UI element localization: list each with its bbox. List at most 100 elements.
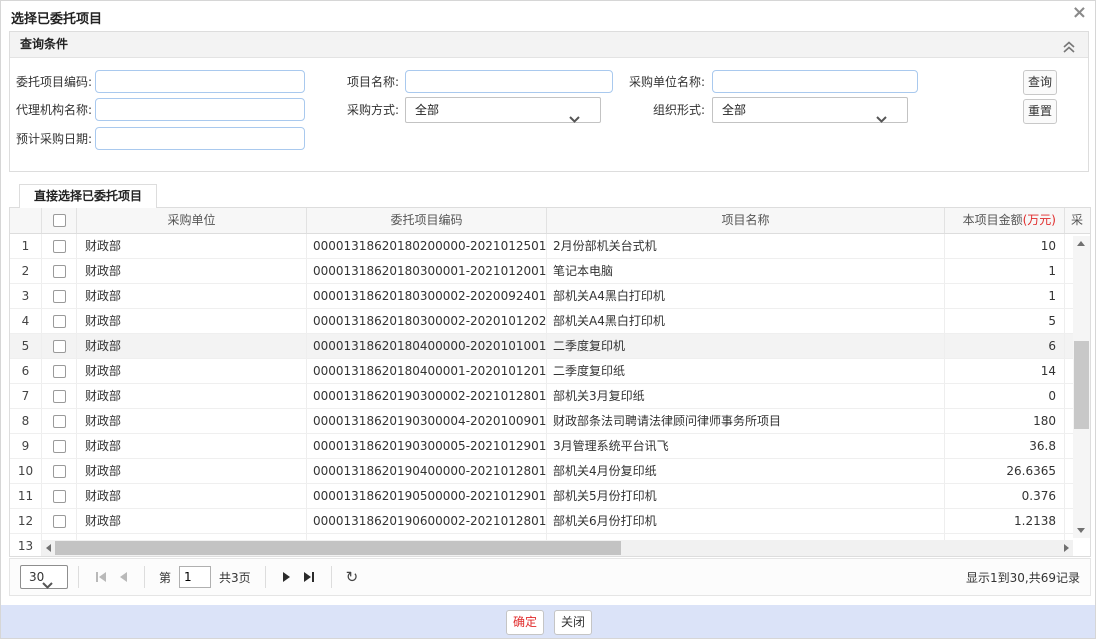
cell-code: 00001318620190300005-2021012901 xyxy=(307,434,547,458)
row-number: 12 xyxy=(10,509,42,533)
cell-name: 2月份部机关台式机 xyxy=(547,234,945,258)
record-info: 显示1到30,共69记录 xyxy=(966,569,1080,586)
select-all-checkbox[interactable] xyxy=(53,214,66,227)
scroll-down-icon[interactable] xyxy=(1077,528,1085,533)
cell-name: 二季度复印纸 xyxy=(547,359,945,383)
horizontal-scroll-thumb[interactable] xyxy=(55,541,621,555)
scroll-right-icon[interactable] xyxy=(1064,544,1069,552)
table-row[interactable]: 9 财政部 00001318620190300005-2021012901 3月… xyxy=(10,434,1090,459)
row-checkbox-cell xyxy=(42,234,77,258)
horizontal-scrollbar[interactable] xyxy=(42,540,1073,556)
row-number: 6 xyxy=(10,359,42,383)
reset-button[interactable]: 重置 xyxy=(1023,99,1057,124)
confirm-button[interactable]: 确定 xyxy=(506,610,544,635)
header-rownum xyxy=(10,208,42,233)
table-body: 1 财政部 00001318620180200000-2021012501 2月… xyxy=(10,234,1090,557)
cell-purchaser: 财政部 xyxy=(77,259,307,283)
table-row[interactable]: 11 财政部 00001318620190500000-2021012901 部… xyxy=(10,484,1090,509)
purchase-method-label: 采购方式: xyxy=(330,99,399,121)
org-form-label: 组织形式: xyxy=(606,99,705,121)
table-header-row: 采购单位 委托项目编码 项目名称 本项目金额(万元) 采 xyxy=(10,208,1090,234)
table-row[interactable]: 6 财政部 00001318620180400001-2020101201 二季… xyxy=(10,359,1090,384)
query-form: 委托项目编码: 代理机构名称: 预计采购日期: 项目名称: 采购方式: 全部 采… xyxy=(10,58,1088,171)
header-checkbox-cell xyxy=(42,208,77,233)
table-row[interactable]: 10 财政部 00001318620190400000-2021012801 部… xyxy=(10,459,1090,484)
cell-code: 00001318620180400001-2020101201 xyxy=(307,359,547,383)
page-number-input[interactable] xyxy=(179,566,211,588)
row-checkbox-cell xyxy=(42,509,77,533)
query-panel-header: 查询条件 xyxy=(10,32,1088,58)
first-page-icon xyxy=(99,572,106,582)
close-icon[interactable]: × xyxy=(1072,3,1087,23)
vertical-scroll-thumb[interactable] xyxy=(1074,341,1089,429)
refresh-icon[interactable]: ↻ xyxy=(342,567,363,587)
cell-purchaser: 财政部 xyxy=(77,309,307,333)
purchase-method-select[interactable]: 全部 xyxy=(405,97,601,123)
table-row[interactable]: 8 财政部 00001318620190300004-2020100901 财政… xyxy=(10,409,1090,434)
last-page-button[interactable] xyxy=(297,566,321,588)
org-form-select[interactable]: 全部 xyxy=(712,97,908,123)
next-page-button[interactable] xyxy=(276,566,297,588)
cell-code: 00001318620190400000-2021012801 xyxy=(307,459,547,483)
row-checkbox-cell xyxy=(42,359,77,383)
prev-page-icon xyxy=(120,572,127,582)
cell-amount: 10 xyxy=(945,234,1065,258)
row-checkbox[interactable] xyxy=(53,390,66,403)
table-row[interactable]: 7 财政部 00001318620190300002-2021012801 部机… xyxy=(10,384,1090,409)
project-name-input[interactable] xyxy=(405,70,613,93)
row-checkbox-cell xyxy=(42,434,77,458)
query-button[interactable]: 查询 xyxy=(1023,70,1057,95)
cell-amount: 14 xyxy=(945,359,1065,383)
row-checkbox[interactable] xyxy=(53,315,66,328)
purchaser-name-input[interactable] xyxy=(712,70,918,93)
row-checkbox[interactable] xyxy=(53,365,66,378)
table-row[interactable]: 5 财政部 00001318620180400000-2020101001 二季… xyxy=(10,334,1090,359)
table-row[interactable]: 4 财政部 00001318620180300002-2020101202 部机… xyxy=(10,309,1090,334)
row-number: 4 xyxy=(10,309,42,333)
table-row[interactable]: 1 财政部 00001318620180200000-2021012501 2月… xyxy=(10,234,1090,259)
cell-code: 00001318620190300002-2021012801 xyxy=(307,384,547,408)
row-number: 5 xyxy=(10,334,42,358)
agency-name-input[interactable] xyxy=(95,98,305,121)
row-number: 8 xyxy=(10,409,42,433)
close-button[interactable]: 关闭 xyxy=(554,610,592,635)
vertical-scrollbar[interactable] xyxy=(1073,236,1090,538)
row-checkbox[interactable] xyxy=(53,515,66,528)
page-prefix-label: 第 xyxy=(159,569,171,586)
dialog-footer: 确定 关闭 xyxy=(1,605,1096,639)
row-checkbox[interactable] xyxy=(53,465,66,478)
next-page-icon xyxy=(283,572,290,582)
row-checkbox-cell xyxy=(42,309,77,333)
cell-purchaser: 财政部 xyxy=(77,234,307,258)
row-checkbox-cell xyxy=(42,259,77,283)
table-row[interactable]: 2 财政部 00001318620180300001-2021012001 笔记… xyxy=(10,259,1090,284)
tab-direct-select-entrusted[interactable]: 直接选择已委托项目 xyxy=(19,184,157,208)
pagination-bar: 30 第 共3页 ↻ 显示1到30,共69记录 xyxy=(9,558,1091,596)
page-size-select[interactable]: 30 xyxy=(20,565,68,589)
row-checkbox-cell xyxy=(42,484,77,508)
row-checkbox[interactable] xyxy=(53,490,66,503)
cell-code: 00001318620180400000-2020101001 xyxy=(307,334,547,358)
pager-divider xyxy=(265,566,266,588)
row-checkbox[interactable] xyxy=(53,340,66,353)
cell-amount: 1 xyxy=(945,284,1065,308)
prev-page-button[interactable] xyxy=(113,566,134,588)
scroll-left-icon[interactable] xyxy=(46,544,51,552)
row-checkbox-cell xyxy=(42,284,77,308)
row-number: 1 xyxy=(10,234,42,258)
scroll-up-icon[interactable] xyxy=(1077,241,1085,246)
row-checkbox[interactable] xyxy=(53,415,66,428)
cell-code: 00001318620190500000-2021012901 xyxy=(307,484,547,508)
cell-name: 3月管理系统平台讯飞 xyxy=(547,434,945,458)
row-checkbox[interactable] xyxy=(53,265,66,278)
table-row[interactable]: 12 财政部 00001318620190600002-2021012801 部… xyxy=(10,509,1090,534)
expected-date-input[interactable] xyxy=(95,127,305,150)
header-purchaser: 采购单位 xyxy=(77,208,307,233)
table-row[interactable]: 3 财政部 00001318620180300002-2020092401 部机… xyxy=(10,284,1090,309)
row-checkbox[interactable] xyxy=(53,290,66,303)
first-page-button[interactable] xyxy=(89,566,113,588)
cell-amount: 5 xyxy=(945,309,1065,333)
entrust-code-input[interactable] xyxy=(95,70,305,93)
row-checkbox[interactable] xyxy=(53,240,66,253)
row-checkbox[interactable] xyxy=(53,440,66,453)
